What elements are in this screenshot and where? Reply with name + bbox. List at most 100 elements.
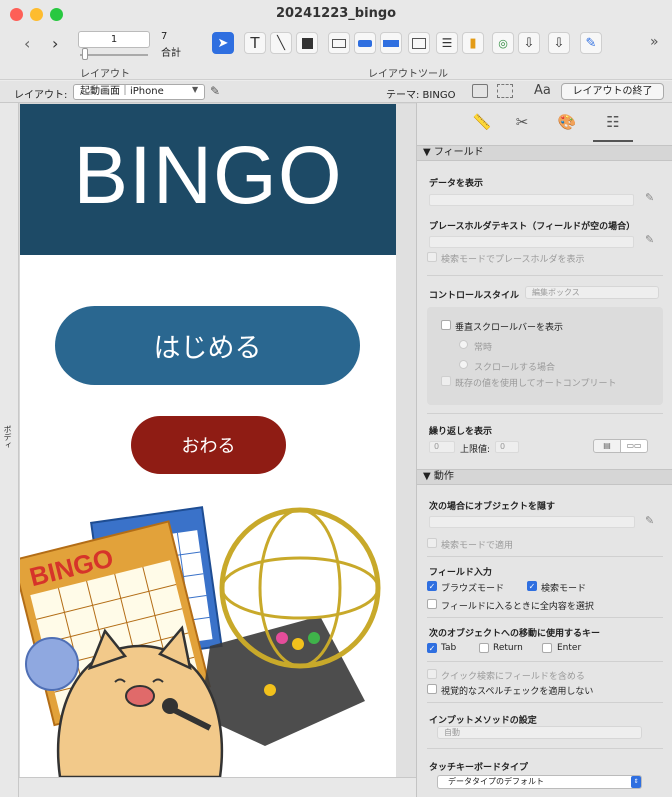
show-data-label: データを表示 xyxy=(429,179,484,189)
bingo-ball-icon xyxy=(25,637,79,691)
field-section-header[interactable]: ▼ フィールド xyxy=(417,145,672,161)
field-tool-button[interactable] xyxy=(328,32,350,54)
shape-tool-button[interactable] xyxy=(296,32,318,54)
chevron-down-icon: ▼ xyxy=(192,85,199,94)
button-tool-button[interactable] xyxy=(354,32,376,54)
apply-find-mode-checkbox[interactable] xyxy=(427,538,437,548)
theme-icon[interactable] xyxy=(472,84,488,98)
data-tab-database-icon[interactable]: ☷ xyxy=(598,113,628,131)
page-number-field[interactable]: 1 xyxy=(78,31,150,48)
browse-mode-checkbox[interactable]: ✓ xyxy=(427,581,437,591)
button-bar-tool-button[interactable] xyxy=(380,32,402,54)
horizontal-orientation-button[interactable]: ▭▭ xyxy=(620,439,648,453)
end-button[interactable]: おわる xyxy=(131,416,286,474)
input-method-label: インプットメソッドの設定 xyxy=(429,716,537,726)
upper-limit-field[interactable]: 0 xyxy=(495,441,519,453)
previous-layout-icon[interactable]: ‹ xyxy=(24,34,30,53)
record-count: 7 xyxy=(161,31,168,42)
placeholder-find-mode-checkbox[interactable] xyxy=(427,252,437,262)
find-mode-label: 検索モード xyxy=(541,584,587,594)
autocomplete-label: 既存の値を使用してオートコンプリート xyxy=(455,379,617,389)
layout-group-label: レイアウト xyxy=(80,69,130,80)
layout-select[interactable]: 起動画面｜iPhone xyxy=(73,84,205,100)
quick-find-label: クイック検索にフィールドを含める xyxy=(441,672,585,682)
control-style-select[interactable]: 編集ボックス xyxy=(525,286,659,299)
appearance-tab-palette-icon[interactable]: 🎨 xyxy=(552,113,582,131)
select-all-checkbox[interactable] xyxy=(427,599,437,609)
enter-key-checkbox[interactable] xyxy=(542,643,552,653)
grid-icon[interactable] xyxy=(497,84,513,98)
show-data-field[interactable] xyxy=(429,194,634,206)
page-slider-track xyxy=(80,54,148,56)
exit-layout-button[interactable]: レイアウトの終了 xyxy=(561,83,664,100)
text-tool-button[interactable]: T xyxy=(244,32,266,54)
edit-hide-pencil-icon[interactable]: ✎ xyxy=(645,514,654,527)
behavior-section-header[interactable]: ▼ 動作 xyxy=(417,469,672,485)
bingo-title: BINGO xyxy=(73,130,343,221)
bingo-illustration[interactable]: BINGO xyxy=(20,496,396,777)
part-tool-button[interactable]: ⇩ xyxy=(548,32,570,54)
select-all-label: フィールドに入るときに全内容を選択 xyxy=(441,602,594,612)
touch-keyboard-label: タッチキーボードタイプ xyxy=(429,763,529,773)
find-mode-checkbox[interactable]: ✓ xyxy=(527,581,537,591)
inspector-panel: 📏 ✂ 🎨 ☷ ▼ フィールド データを表示 ✎ プレースホルダテキスト（フィー… xyxy=(416,103,672,797)
placeholder-field[interactable] xyxy=(429,236,634,248)
bingo-cage xyxy=(200,507,381,746)
text-style-icon[interactable]: Aa xyxy=(534,83,551,98)
theme-label: テーマ: BINGO xyxy=(386,90,456,101)
web-viewer-icon: ◎ xyxy=(498,36,508,50)
next-object-keys-label: 次のオブジェクトへの移動に使用するキー xyxy=(429,629,601,639)
hide-object-field[interactable] xyxy=(429,516,635,528)
select-tool-button[interactable]: ➤ xyxy=(212,32,234,54)
visual-spellcheck-checkbox[interactable] xyxy=(427,684,437,694)
return-key-checkbox[interactable] xyxy=(479,643,489,653)
part-tool-icon: ⇩ xyxy=(553,35,565,51)
scroll-when-scrolling-radio[interactable] xyxy=(459,360,468,369)
hide-object-label: 次の場合にオブジェクトを隠す xyxy=(429,502,556,512)
edit-data-pencil-icon[interactable]: ✎ xyxy=(645,191,654,204)
web-viewer-tool-button[interactable]: ◎ xyxy=(492,32,514,54)
popover-tool-button[interactable] xyxy=(408,32,430,54)
vertical-scrollbar-checkbox[interactable] xyxy=(441,320,451,330)
vertical-scrollbar-label: 垂直スクロールバーを表示 xyxy=(455,323,564,333)
vertical-orientation-button[interactable]: ▤ xyxy=(593,439,621,453)
quick-find-checkbox[interactable] xyxy=(427,669,437,679)
styles-tab-tools-icon[interactable]: ✂ xyxy=(507,113,537,131)
device-layout-area: BINGO はじめる おわる BINGO xyxy=(20,104,396,777)
button-bar-icon xyxy=(383,39,399,47)
upper-limit-label: 上限値: xyxy=(460,445,491,455)
chart-tool-button[interactable]: ▮ xyxy=(462,32,484,54)
horizontal-scrollbar[interactable] xyxy=(19,777,416,797)
position-tab-ruler-icon[interactable]: 📏 xyxy=(467,113,497,131)
repeat-start-field[interactable]: 0 xyxy=(429,441,455,453)
divider xyxy=(427,275,663,276)
bingo-header[interactable]: BINGO xyxy=(20,104,396,255)
scroll-always-radio[interactable] xyxy=(459,340,468,349)
divider xyxy=(427,413,663,414)
next-layout-icon[interactable]: › xyxy=(52,34,58,53)
button-tool-icon xyxy=(358,39,372,47)
start-button[interactable]: はじめる xyxy=(55,306,360,385)
field-picker-button[interactable]: ⇩ xyxy=(518,32,540,54)
portal-tool-button[interactable]: ☰ xyxy=(436,32,458,54)
divider xyxy=(427,661,663,662)
tab-key-checkbox[interactable]: ✓ xyxy=(427,643,437,653)
browse-mode-label: ブラウズモード xyxy=(441,584,505,594)
total-label: 合計 xyxy=(161,48,181,59)
autocomplete-checkbox[interactable] xyxy=(441,376,451,386)
window-titlebar: 20241223_bingo xyxy=(0,0,672,28)
divider xyxy=(427,617,663,618)
text-tool-icon: T xyxy=(250,34,260,52)
input-method-select[interactable]: 自動 xyxy=(437,726,642,739)
line-tool-button[interactable]: ╲ xyxy=(270,32,292,54)
format-painter-button[interactable]: ✎ xyxy=(580,32,602,54)
touch-keyboard-select[interactable]: データタイプのデフォルト xyxy=(437,775,642,789)
edit-placeholder-pencil-icon[interactable]: ✎ xyxy=(645,233,654,246)
scroll-always-label: 常時 xyxy=(474,343,493,353)
toolbar-overflow-icon[interactable]: » xyxy=(650,34,659,50)
edit-layout-icon[interactable]: ✎ xyxy=(210,84,220,98)
tab-key-label: Tab xyxy=(441,643,457,653)
body-part-label[interactable]: ボディ xyxy=(2,425,13,449)
scroll-when-scrolling-label: スクロールする場合 xyxy=(474,363,556,373)
page-slider-handle[interactable] xyxy=(82,48,88,60)
